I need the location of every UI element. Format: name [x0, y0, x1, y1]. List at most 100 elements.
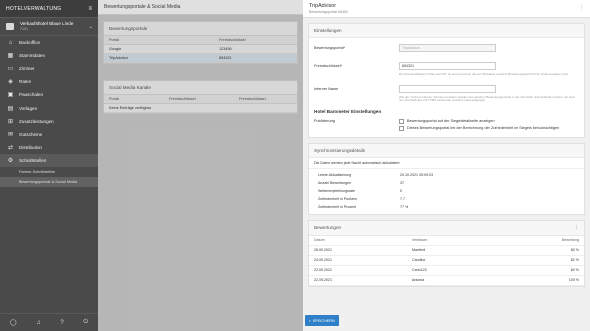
internal-row: Interner Name [309, 82, 584, 96]
sidebar-item-distribution[interactable]: ⇄ Distribution [0, 141, 98, 154]
sidebar-item-schnittstellen[interactable]: ⚙ Schnittstellen [0, 153, 98, 167]
sync-row: Weiterempfehlungsrate 0 [309, 187, 584, 195]
tag-icon: ◈ [8, 79, 13, 86]
cell-author: Carlo123 [412, 268, 427, 273]
checkbox-box[interactable] [399, 125, 404, 131]
sidebar-item-pauschalen[interactable]: ▣ Pauschalen [0, 88, 98, 101]
table-row[interactable]: 24.09.2021 Caroline 82 % [309, 256, 584, 266]
settings-card: Einstellungen Bewertungsportal* TripAdvi… [308, 23, 585, 138]
app-title: HOTELVERWALTUNG [6, 5, 62, 12]
cell-author: Manfred [412, 248, 426, 253]
sidebar-item-zusatzleistungen[interactable]: ⊞ Zusatzleistungen [0, 115, 98, 128]
portal-row: Bewertungsportal* TripAdvisor [309, 41, 584, 55]
cell-rating: 80 % [570, 248, 579, 253]
table-row[interactable]: 22.09.2021 Carlo123 60 % [309, 266, 584, 276]
sidebar-item-stammdaten[interactable]: ▦ Stammdaten [0, 49, 98, 62]
reviews-table-header: Datum Verfasser Bewertung [309, 236, 584, 246]
table-row[interactable]: 22.09.2021 Antonia 100 % [309, 276, 584, 286]
checkbox-include-satisfaction[interactable]: Dieses Bewertungsportal bei der Berechnu… [399, 125, 560, 131]
sidebar-item-label: Distribution [19, 144, 42, 150]
sync-value: 37 [400, 180, 404, 185]
portal-label: Bewertungsportal* [314, 46, 346, 50]
panel-title: TripAdvisor [309, 3, 337, 9]
publish-label: Publizierung [314, 118, 335, 123]
sidebar-item-label: Backoffice [19, 40, 41, 46]
sync-title: Synchronisierungsdetails [309, 143, 584, 158]
reviews-header: Bewertungen ⋮ [309, 220, 584, 236]
sync-row: Letzte Aktualisierung 20.10.2021 05:09:03 [309, 171, 584, 179]
sidebar-item-vorlagen[interactable]: ▤ Vorlagen [0, 101, 98, 114]
disk-icon: ▪ [309, 318, 311, 323]
internal-label: Interner Name [314, 86, 339, 91]
key-input[interactable]: 654321 [399, 62, 496, 70]
portal-select[interactable]: TripAdvisor [399, 44, 496, 52]
menu-icon[interactable]: ≡ [88, 6, 92, 12]
save-button[interactable]: ▪ SPEICHERN [305, 315, 339, 326]
distribution-icon: ⇄ [7, 144, 14, 151]
help-icon[interactable]: ? [60, 320, 63, 326]
cell-date: 22.09.2021 [314, 278, 332, 283]
gift-icon: ✉ [7, 131, 14, 138]
home-icon: ⌂ [8, 39, 13, 46]
sync-value: 20.10.2021 05:09:03 [400, 172, 433, 177]
hotel-name: Verkaufshotel Blaue Linde [20, 21, 74, 26]
col-author: Verfasser [412, 238, 428, 243]
modal-overlay[interactable] [98, 0, 303, 331]
checkbox-show-portal[interactable]: Bewertungsportal auf der Siegeldetailsei… [399, 118, 559, 124]
sidebar-item-raten[interactable]: ◈ Raten [0, 75, 98, 88]
hotel-icon [6, 23, 14, 30]
checkbox-label: Bewertungsportal auf der Siegeldetailsei… [407, 119, 495, 124]
sync-row: Zufriedenheit in Punkten 7,7 [309, 195, 584, 203]
user-icon[interactable]: ◯ [10, 319, 17, 326]
checkbox-label: Dieses Bewertungsportal bei der Berechnu… [407, 126, 560, 131]
reviews-title: Bewertungen [314, 224, 342, 230]
sync-key: Zufriedenheit in Prozent [318, 204, 357, 209]
sidebar-item-gutscheine[interactable]: ✉ Gutscheine [0, 128, 98, 141]
sync-info: Die Daten werden jede Nacht automatisch … [309, 158, 584, 169]
template-icon: ▤ [7, 105, 14, 112]
panel-header: TripAdvisor Bewertungsportal #0452 ⋮ [303, 0, 590, 18]
sidebar-item-label: Zusatzleistungen [19, 118, 54, 124]
internal-input[interactable] [399, 84, 496, 93]
bed-icon: ▭ [7, 66, 14, 73]
sidebar-item-label: Pauschalen [19, 92, 44, 98]
cell-rating: 60 % [570, 268, 579, 273]
cell-date: 22.09.2021 [314, 268, 332, 273]
sidebar-item-label: Stammdaten [19, 53, 46, 59]
sidebar-item-label: Schnittstellen [19, 157, 47, 163]
table-row[interactable]: 26.09.2021 Manfred 80 % [309, 246, 584, 256]
sidebar-item-zimmer[interactable]: ▭ Zimmer [0, 62, 98, 75]
suitcase-icon: ▣ [7, 92, 14, 99]
power-icon[interactable]: ⏻ [83, 319, 88, 326]
sync-key: Letzte Aktualisierung [318, 172, 352, 177]
more-vert-icon[interactable]: ⋮ [579, 5, 584, 11]
sync-card: Synchronisierungsdetails Die Daten werde… [308, 142, 585, 215]
cell-author: Caroline [412, 258, 426, 263]
settings-title: Einstellungen [309, 24, 584, 38]
checkbox-box[interactable] [399, 118, 404, 124]
reviews-card: Bewertungen ⋮ Datum Verfasser Bewertung … [308, 219, 585, 287]
key-label: Fremdschlüssel* [314, 64, 343, 68]
sidebar: HOTELVERWALTUNG ≡ Verkaufshotel Blaue Li… [0, 0, 98, 331]
chevron-down-icon: ⌄ [88, 24, 93, 30]
hotel-id: 7101 [20, 27, 28, 31]
sidebar-item-label: Raten [19, 79, 32, 85]
hotel-selector[interactable]: Verkaufshotel Blaue Linde 7101 ⌄ [0, 18, 98, 36]
cell-rating: 82 % [570, 258, 579, 263]
key-hint: Der Fremdschlüssel, früher auch ID, ist … [399, 72, 569, 76]
sidebar-subitem-partner[interactable]: Partner-Schnittstellen [0, 167, 98, 177]
more-vert-icon[interactable]: ⋮ [574, 225, 579, 231]
sync-row: Zufriedenheit in Prozent 77 % [309, 203, 584, 211]
key-row: Fremdschlüssel* 654321 [309, 59, 584, 73]
internal-hint: Wie der "Interner Namen" können meistens… [399, 94, 575, 103]
sidebar-subitem-bewertungsportale[interactable]: Bewertungsportale & Social Media [0, 176, 98, 187]
sidebar-item-backoffice[interactable]: ⌂ Backoffice [0, 36, 98, 49]
cell-author: Antonia [412, 278, 425, 283]
barometer-title: Hotel Barometer Einstellungen [314, 108, 382, 114]
publish-row: Publizierung Bewertungsportal auf der Si… [309, 116, 584, 137]
save-label: SPEICHERN [312, 318, 335, 323]
bell-icon[interactable]: ♫ [36, 320, 41, 326]
col-rating: Bewertung [561, 238, 579, 243]
sidebar-header: HOTELVERWALTUNG ≡ [0, 0, 98, 18]
plug-icon: ⚙ [7, 157, 14, 164]
